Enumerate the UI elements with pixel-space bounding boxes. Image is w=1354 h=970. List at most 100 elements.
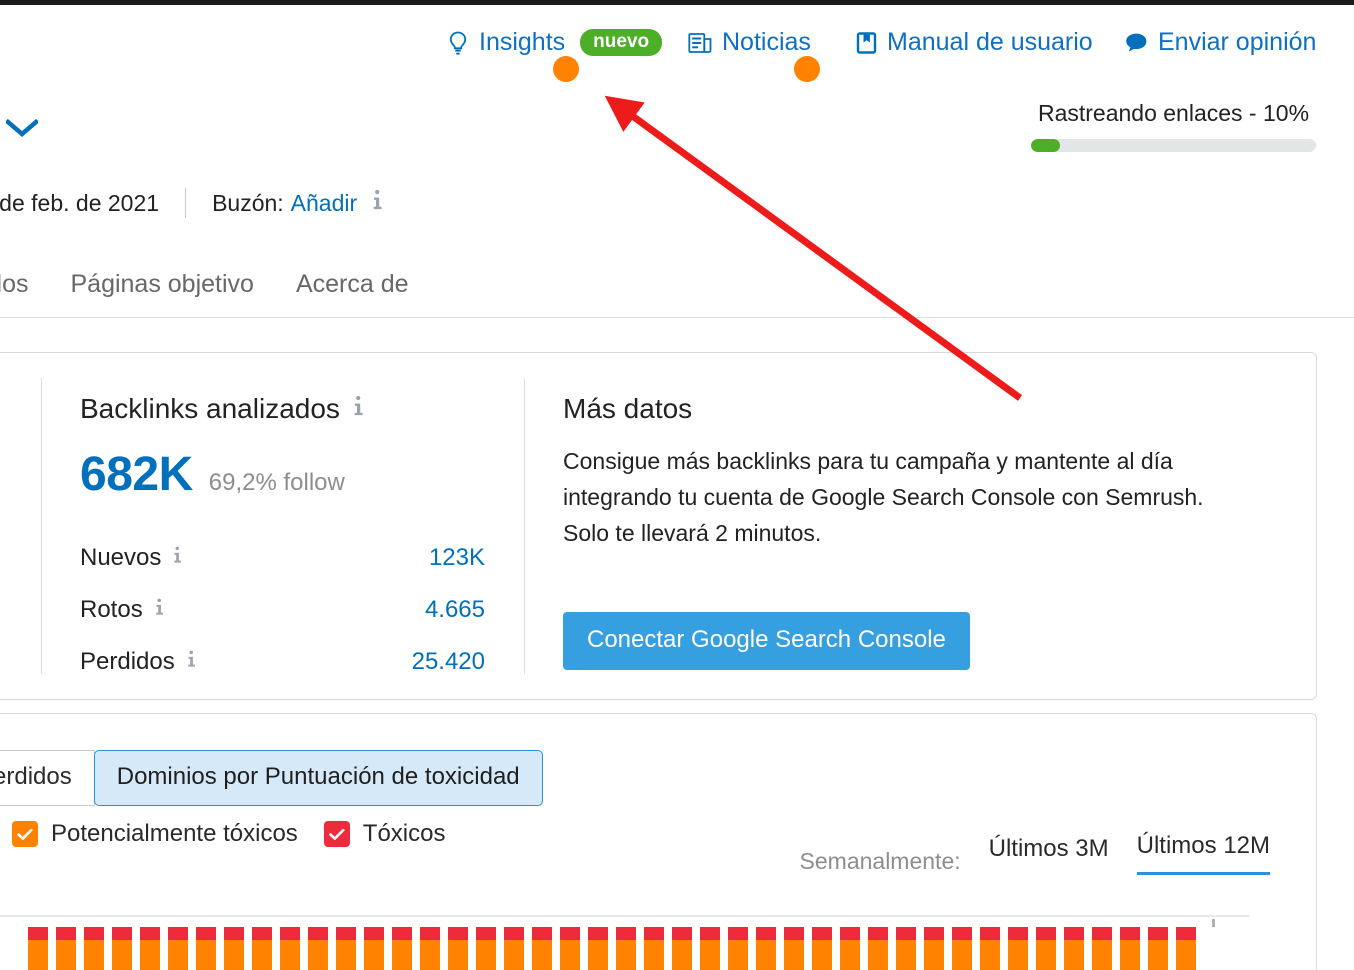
chart-bar[interactable] <box>1176 927 1196 970</box>
chart-bar[interactable] <box>812 927 832 970</box>
chart-bars <box>28 927 1196 970</box>
kpi-nuevos-info-icon[interactable] <box>172 544 183 572</box>
chart-bar[interactable] <box>700 927 720 970</box>
chart-bar[interactable] <box>168 927 188 970</box>
mailbox-add-link[interactable]: Añadir <box>291 190 357 217</box>
bar-segment-toxicos <box>392 927 412 940</box>
bar-segment-toxicos <box>1176 927 1196 940</box>
chevron-down-icon[interactable] <box>4 118 40 138</box>
nav-label-insights: Insights <box>479 28 566 56</box>
chart-bar[interactable] <box>784 927 804 970</box>
chart-bar[interactable] <box>84 927 104 970</box>
chart-bar[interactable] <box>952 927 972 970</box>
chart-bar[interactable] <box>1092 927 1112 970</box>
bar-segment-potencialmente-toxicos <box>1176 940 1196 970</box>
chart-bar[interactable] <box>252 927 272 970</box>
bar-segment-potencialmente-toxicos <box>392 940 412 970</box>
mailbox-info-icon[interactable] <box>371 188 384 218</box>
segment-dominios-toxicidad[interactable]: Dominios por Puntuación de toxicidad <box>93 750 543 806</box>
bar-segment-toxicos <box>308 927 328 940</box>
kpi-value-rotos[interactable]: 4.665 <box>425 596 485 624</box>
chart-bar[interactable] <box>280 927 300 970</box>
crawl-progress-label: Rastreando enlaces - 10% <box>1037 100 1310 126</box>
bar-segment-potencialmente-toxicos <box>952 940 972 970</box>
chart-bar[interactable] <box>448 927 468 970</box>
checkbox-toxicos[interactable] <box>323 821 350 847</box>
tab-acerca-de[interactable]: Acerca de <box>275 270 430 299</box>
chart-bar[interactable] <box>336 927 356 970</box>
period-option-3m[interactable]: Últimos 3M <box>989 835 1109 875</box>
chart-bar[interactable] <box>420 927 440 970</box>
chart-bar[interactable] <box>1148 927 1168 970</box>
chart-bar[interactable] <box>308 927 328 970</box>
tab-enlaces-filtrados[interactable]: trados <box>0 270 49 299</box>
chart-bar[interactable] <box>616 927 636 970</box>
chart-bar[interactable] <box>56 927 76 970</box>
chart-bar[interactable] <box>644 927 664 970</box>
chart-bar[interactable] <box>504 927 524 970</box>
nav-item-feedback[interactable]: Enviar opinión <box>1124 28 1316 57</box>
bar-segment-potencialmente-toxicos <box>196 940 216 970</box>
kpi-title: Backlinks analizados <box>80 393 340 424</box>
bar-segment-potencialmente-toxicos <box>84 940 104 970</box>
nav-item-insights[interactable]: Insights nuevo <box>446 28 663 57</box>
chart-bar[interactable] <box>560 927 580 970</box>
bar-segment-potencialmente-toxicos <box>476 940 496 970</box>
bar-segment-potencialmente-toxicos <box>140 940 160 970</box>
chart-bar[interactable] <box>868 927 888 970</box>
bar-segment-toxicos <box>504 927 524 940</box>
bar-segment-toxicos <box>1008 927 1028 940</box>
chart-bar[interactable] <box>1064 927 1084 970</box>
bar-segment-potencialmente-toxicos <box>560 940 580 970</box>
segment-nuevos-y-perdidos[interactable]: y perdidos <box>0 750 95 806</box>
bar-segment-potencialmente-toxicos <box>112 940 132 970</box>
chart-bar[interactable] <box>392 927 412 970</box>
chart-bar[interactable] <box>840 927 860 970</box>
bar-segment-potencialmente-toxicos <box>784 940 804 970</box>
legend-item-toxicos[interactable]: Tóxicos <box>323 820 445 848</box>
tab-paginas-objetivo[interactable]: Páginas objetivo <box>49 270 274 299</box>
bar-segment-potencialmente-toxicos <box>1008 940 1028 970</box>
chart-bar[interactable] <box>1036 927 1056 970</box>
bar-segment-toxicos <box>952 927 972 940</box>
kpi-value-perdidos[interactable]: 25.420 <box>412 648 485 676</box>
connect-google-search-console-button[interactable]: Conectar Google Search Console <box>563 612 970 670</box>
crawl-progress-fill <box>1031 139 1060 152</box>
bar-segment-toxicos <box>196 927 216 940</box>
chart-bar[interactable] <box>756 927 776 970</box>
chart-bar[interactable] <box>728 927 748 970</box>
bar-segment-toxicos <box>868 927 888 940</box>
nav-item-manual[interactable]: Manual de usuario <box>856 28 1093 57</box>
chart-bar[interactable] <box>588 927 608 970</box>
kpi-title-info-icon[interactable] <box>352 393 365 425</box>
chart-bar[interactable] <box>224 927 244 970</box>
chart-bar[interactable] <box>28 927 48 970</box>
nav-item-noticias[interactable]: Noticias <box>688 28 811 57</box>
period-option-12m[interactable]: Últimos 12M <box>1136 832 1270 875</box>
checkbox-potencialmente-toxicos[interactable] <box>12 821 38 847</box>
bar-segment-toxicos <box>336 927 356 940</box>
chart-bar[interactable] <box>896 927 916 970</box>
kpi-value-nuevos[interactable]: 123K <box>429 544 485 572</box>
kpi-perdidos-info-icon[interactable] <box>186 648 197 676</box>
chart-bar[interactable] <box>364 927 384 970</box>
bar-segment-toxicos <box>756 927 776 940</box>
chart-bar[interactable] <box>1008 927 1028 970</box>
chart-bar[interactable] <box>140 927 160 970</box>
bar-segment-potencialmente-toxicos <box>504 940 524 970</box>
chart-bar[interactable] <box>476 927 496 970</box>
kpi-rotos-info-icon[interactable] <box>154 596 165 624</box>
mailbox-label: Buzón: <box>212 189 284 216</box>
kpi-row-perdidos: Perdidos 25.420 <box>80 636 485 688</box>
chart-bar[interactable] <box>1120 927 1140 970</box>
chart-bar[interactable] <box>980 927 1000 970</box>
bar-segment-potencialmente-toxicos <box>980 940 1000 970</box>
chart-bar[interactable] <box>672 927 692 970</box>
chart-bar[interactable] <box>532 927 552 970</box>
section-tabs: trados Páginas objetivo Acerca de <box>0 270 430 299</box>
chart-bar[interactable] <box>924 927 944 970</box>
legend-item-potencialmente-toxicos[interactable]: Potencialmente tóxicos <box>12 820 298 848</box>
bar-segment-toxicos <box>56 927 76 940</box>
chart-bar[interactable] <box>196 927 216 970</box>
chart-bar[interactable] <box>112 927 132 970</box>
